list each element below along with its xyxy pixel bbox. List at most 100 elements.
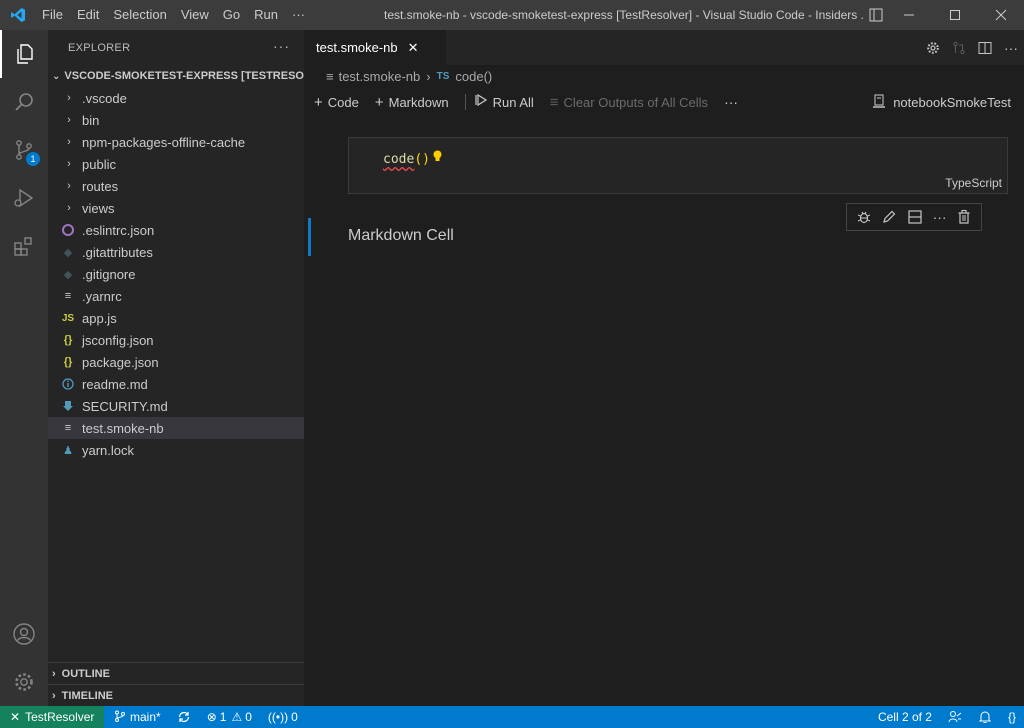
- notifications-bell-icon[interactable]: [978, 710, 992, 724]
- js-icon: JS: [61, 312, 75, 324]
- tree-file-security[interactable]: SECURITY.md: [48, 395, 304, 417]
- maximize-icon[interactable]: [932, 0, 978, 30]
- debug-cell-icon[interactable]: [856, 209, 872, 225]
- language-status-braces[interactable]: {}: [1008, 710, 1016, 724]
- editor-tabs: test.smoke-nb ✕ ···: [304, 30, 1024, 65]
- problems-indicator[interactable]: ⊗ 1 ⚠ 0: [207, 710, 252, 724]
- tree-folder-npm-cache[interactable]: › npm-packages-offline-cache: [48, 131, 304, 153]
- tree-label: .vscode: [82, 90, 127, 106]
- code-cell[interactable]: code() TypeScript: [348, 137, 1008, 194]
- kernel-icon: [872, 94, 886, 111]
- explorer-sidebar: EXPLORER ··· ⌄ VSCODE-SMOKETEST-EXPRESS …: [48, 30, 304, 706]
- explorer-more-icon[interactable]: ···: [273, 38, 290, 54]
- notebook-editor: test.smoke-nb ✕ ··· ≡ test.smoke-nb › TS…: [304, 30, 1024, 706]
- tree-label: routes: [82, 178, 119, 194]
- tree-folder-routes[interactable]: › routes: [48, 175, 304, 197]
- code-cell-content[interactable]: code(): [383, 150, 443, 167]
- lines-icon: ≡: [64, 290, 72, 302]
- tree-file-yarnrc[interactable]: ≡ .yarnrc: [48, 285, 304, 307]
- minimize-icon[interactable]: [886, 0, 932, 30]
- notebook-settings-gear-icon[interactable]: [920, 41, 946, 55]
- run-all-icon: [474, 93, 488, 111]
- tree-file-jsconfig[interactable]: {} jsconfig.json: [48, 329, 304, 351]
- tree-file-package[interactable]: {} package.json: [48, 351, 304, 373]
- tree-label: public: [82, 156, 116, 172]
- source-control-icon[interactable]: 1: [0, 126, 48, 174]
- tree-label: package.json: [82, 354, 159, 370]
- workspace-folder-header[interactable]: ⌄ VSCODE-SMOKETEST-EXPRESS [TESTRESOL...: [48, 65, 304, 87]
- git-branch-icon: [114, 710, 126, 725]
- run-all-button[interactable]: Run All: [474, 93, 534, 111]
- tree-file-yarnlock[interactable]: ♟ yarn.lock: [48, 439, 304, 461]
- cell-more-icon[interactable]: ···: [933, 209, 947, 225]
- tree-folder-public[interactable]: › public: [48, 153, 304, 175]
- close-window-icon[interactable]: [978, 0, 1024, 30]
- remote-indicator[interactable]: ✕ TestResolver: [0, 706, 104, 728]
- chevron-right-icon: ›: [426, 68, 431, 84]
- toolbar-more-label: ···: [724, 94, 739, 110]
- tree-file-readme[interactable]: readme.md: [48, 373, 304, 395]
- add-code-cell-button[interactable]: + Code: [314, 94, 359, 111]
- branch-indicator[interactable]: main*: [114, 710, 161, 725]
- lightbulb-icon[interactable]: [432, 150, 443, 167]
- breadcrumb: ≡ test.smoke-nb › TS code(): [304, 65, 1024, 87]
- menu-file[interactable]: File: [35, 0, 70, 30]
- tree-label: .gitignore: [82, 266, 136, 282]
- ports-indicator[interactable]: ((•)) 0: [268, 710, 298, 724]
- split-cell-icon[interactable]: [907, 209, 923, 225]
- tree-label: .gitattributes: [82, 244, 153, 260]
- manage-gear-icon[interactable]: [0, 658, 48, 706]
- menu-view[interactable]: View: [174, 0, 216, 30]
- tree-folder-bin[interactable]: › bin: [48, 109, 304, 131]
- sync-icon[interactable]: [177, 710, 191, 724]
- breadcrumb-file[interactable]: test.smoke-nb: [339, 69, 421, 84]
- eslint-icon: [60, 224, 76, 236]
- ts-badge: TS: [436, 70, 450, 82]
- clear-outputs-button[interactable]: ≡ Clear Outputs of All Cells: [550, 94, 708, 111]
- kernel-picker[interactable]: notebookSmokeTest: [872, 87, 1011, 117]
- editor-more-icon[interactable]: ···: [998, 40, 1024, 56]
- workspace-folder-name: VSCODE-SMOKETEST-EXPRESS [TESTRESOL...: [64, 70, 304, 82]
- close-icon[interactable]: ✕: [408, 40, 419, 56]
- feedback-icon[interactable]: [948, 710, 962, 724]
- breadcrumb-symbol[interactable]: code(): [455, 69, 492, 84]
- tree-label: jsconfig.json: [82, 332, 154, 348]
- git-icon: ◆: [63, 268, 73, 281]
- tree-file-eslintrc[interactable]: .eslintrc.json: [48, 219, 304, 241]
- cell-language[interactable]: TypeScript: [945, 176, 1002, 190]
- tree-file-gitattributes[interactable]: ◆ .gitattributes: [48, 241, 304, 263]
- menu-more[interactable]: ···: [285, 0, 312, 30]
- delete-trash-icon[interactable]: [956, 209, 972, 225]
- menu-go[interactable]: Go: [216, 0, 247, 30]
- timeline-section[interactable]: › TIMELINE: [48, 684, 304, 706]
- clear-all-icon: ≡: [549, 93, 559, 111]
- cell-position[interactable]: Cell 2 of 2: [878, 710, 932, 724]
- tree-label: test.smoke-nb: [82, 420, 164, 436]
- add-markdown-cell-button[interactable]: + Markdown: [375, 94, 449, 111]
- files-icon[interactable]: [0, 30, 48, 78]
- markdown-cell[interactable]: Markdown Cell: [348, 227, 454, 245]
- run-debug-icon[interactable]: [0, 174, 48, 222]
- menu-edit[interactable]: Edit: [70, 0, 106, 30]
- tree-file-appjs[interactable]: JS app.js: [48, 307, 304, 329]
- tree-file-smoke-nb[interactable]: ≡ test.smoke-nb: [48, 417, 304, 439]
- search-icon[interactable]: [0, 78, 48, 126]
- chevron-right-icon: ›: [52, 667, 56, 680]
- toolbar-more-button[interactable]: ···: [724, 94, 738, 110]
- edit-pencil-icon[interactable]: [881, 209, 897, 225]
- accounts-icon[interactable]: [0, 610, 48, 658]
- add-code-label: Code: [327, 94, 359, 110]
- status-bar: ✕ TestResolver main* ⊗ 1 ⚠ 0 ((•)) 0 Cel…: [0, 706, 1024, 728]
- tree-file-gitignore[interactable]: ◆ .gitignore: [48, 263, 304, 285]
- outline-section[interactable]: › OUTLINE: [48, 662, 304, 684]
- menu-selection[interactable]: Selection: [106, 0, 173, 30]
- tab-label: test.smoke-nb: [316, 40, 398, 55]
- extensions-icon[interactable]: [0, 222, 48, 270]
- tree-folder-vscode[interactable]: › .vscode: [48, 87, 304, 109]
- warning-icon: ⚠: [231, 710, 243, 724]
- split-editor-icon[interactable]: [972, 41, 998, 55]
- tree-folder-views[interactable]: › views: [48, 197, 304, 219]
- open-changes-icon[interactable]: [946, 41, 972, 55]
- menu-run[interactable]: Run: [247, 0, 285, 30]
- tab-test-smoke-nb[interactable]: test.smoke-nb ✕: [304, 30, 446, 65]
